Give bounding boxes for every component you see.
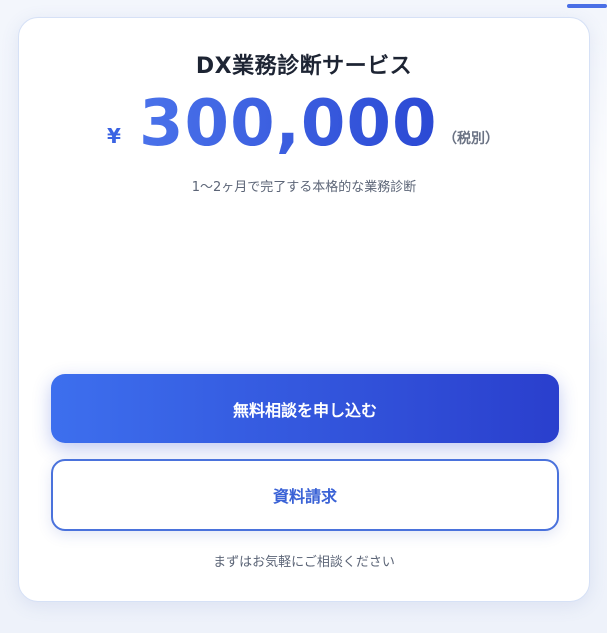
request-materials-button[interactable]: 資料請求 bbox=[51, 459, 559, 531]
service-title: DX業務診断サービス bbox=[195, 54, 413, 79]
free-consultation-button[interactable]: 無料相談を申し込む bbox=[51, 374, 559, 443]
price-amount: 300,000 bbox=[139, 87, 438, 161]
currency-symbol: ¥ bbox=[107, 124, 121, 148]
price-row: ¥ 300,000 （税別） bbox=[19, 86, 589, 166]
service-subtitle: 1〜2ヶ月で完了する本格的な業務診断 bbox=[191, 180, 417, 195]
pricing-card: DX業務診断サービス ¥ 300,000 （税別） 1〜2ヶ月で完了する本格的な… bbox=[18, 17, 590, 602]
footer-note: まずはお気軽にご相談ください bbox=[213, 555, 395, 570]
top-accent-bar bbox=[567, 4, 607, 8]
page: DX業務診断サービス ¥ 300,000 （税別） 1〜2ヶ月で完了する本格的な… bbox=[0, 0, 607, 633]
tax-note: （税別） bbox=[443, 131, 499, 147]
